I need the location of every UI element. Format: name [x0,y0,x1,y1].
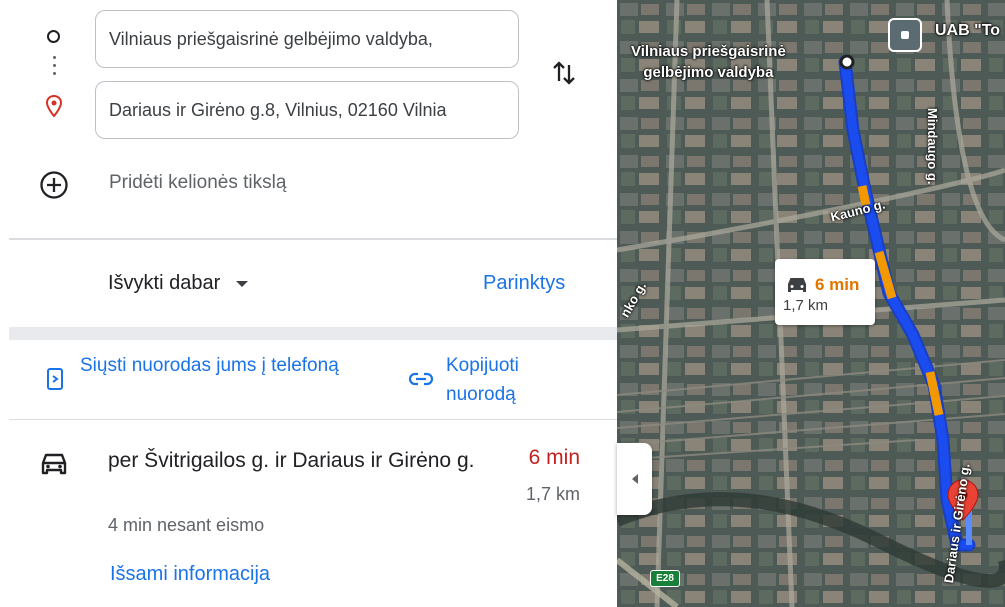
destination-pin-icon [45,95,63,117]
add-destination-button[interactable]: Pridėti kelionės tikslą [109,172,286,194]
dropdown-caret-icon [236,280,249,287]
swap-icon[interactable] [549,57,579,89]
street-label-mindaugo: Mindaugo g. [925,108,940,185]
directions-panel: Vilniaus priešgaisrinė gelbėjimo valdyba… [0,0,617,607]
divider [9,419,617,420]
divider [9,238,617,240]
no-traffic-duration: 4 min nesant eismo [108,515,265,535]
plus-circle-icon[interactable] [39,170,69,200]
route-duration: 6 min [528,446,580,469]
origin-input[interactable]: Vilniaus priešgaisrinė gelbėjimo valdyba… [95,10,519,68]
send-to-phone-icon[interactable] [46,367,64,391]
map-view[interactable]: Vilniaus priešgaisrinė gelbėjimo valdyba… [617,0,1005,607]
car-icon [788,278,806,292]
options-button[interactable]: Parinktys [483,272,565,295]
copy-link-button[interactable]: Kopijuoti nuorodą [446,351,566,409]
chevron-left-icon [631,474,638,484]
link-icon[interactable] [408,371,434,387]
car-icon [41,453,67,475]
route-callout[interactable]: 6 min 1,7 km [775,259,875,325]
send-to-phone-link[interactable]: Siųsti nuorodas jums į telefoną [80,351,340,380]
origin-map-label: Vilniaus priešgaisrinė gelbėjimo valdyba [631,43,786,81]
collapse-panel-button[interactable] [617,443,652,515]
route-distance: 1,7 km [525,484,580,504]
details-link[interactable]: Išsami informacija [110,563,270,586]
business-marker-icon[interactable] [888,18,922,52]
depart-now-dropdown[interactable]: Išvykti dabar [108,272,249,295]
section-separator [9,327,617,340]
highway-shield: E28 [650,570,680,587]
route-dots-icon [53,56,56,80]
callout-distance: 1,7 km [783,297,829,314]
route-name[interactable]: per Švitrigailos g. ir Dariaus ir Girėno… [108,445,478,476]
business-map-label[interactable]: UAB "To [935,22,1000,40]
callout-time: 6 min [815,275,860,294]
destination-input[interactable]: Dariaus ir Girėno g.8, Vilnius, 02160 Vi… [95,81,519,139]
origin-circle-icon [47,30,60,43]
depart-now-label: Išvykti dabar [108,272,221,294]
